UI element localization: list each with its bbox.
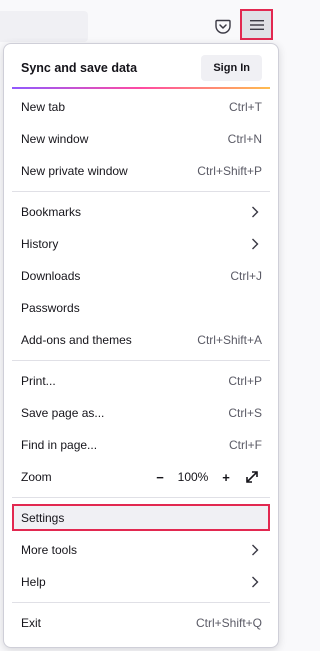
menu-item-shortcut: Ctrl+P (228, 374, 262, 388)
menu-item-label: New private window (21, 164, 128, 178)
menu-item-label: New window (21, 132, 89, 146)
menu-item-new-window[interactable]: New window Ctrl+N (12, 124, 270, 154)
menu-item-label: Zoom (21, 470, 52, 484)
menu-separator (12, 191, 270, 192)
fullscreen-button[interactable] (242, 467, 262, 487)
menu-item-shortcut: Ctrl+N (227, 132, 262, 146)
menu-item-more-tools[interactable]: More tools (12, 535, 270, 565)
menu-separator (12, 360, 270, 361)
menu-item-exit[interactable]: Exit Ctrl+Shift+Q (12, 608, 270, 638)
menu-item-label: Settings (21, 510, 65, 525)
menu-separator (12, 602, 270, 603)
menu-item-bookmarks[interactable]: Bookmarks (12, 197, 270, 227)
chevron-right-icon (248, 205, 262, 219)
menu-item-label: Add-ons and themes (21, 333, 132, 347)
menu-item-label: Help (21, 575, 46, 589)
menu-item-label: New tab (21, 100, 66, 114)
fullscreen-icon (246, 471, 258, 483)
menu-item-shortcut: Ctrl+F (229, 438, 262, 452)
browser-toolbar (0, 0, 282, 42)
menu-item-label: Print... (21, 374, 56, 388)
hamburger-menu-icon (249, 19, 264, 30)
sign-in-button[interactable]: Sign In (201, 55, 262, 81)
menu-item-label: Find in page... (21, 438, 98, 452)
menu-item-help[interactable]: Help (12, 567, 270, 597)
menu-item-shortcut: Ctrl+T (229, 100, 262, 114)
menu-item-find-in-page[interactable]: Find in page... Ctrl+F (12, 430, 270, 460)
menu-item-shortcut: Ctrl+J (230, 269, 262, 283)
menu-item-print[interactable]: Print... Ctrl+P (12, 366, 270, 396)
chevron-right-icon (248, 543, 262, 557)
menu-separator (12, 497, 270, 498)
menu-item-shortcut: Ctrl+Shift+P (197, 164, 262, 178)
pocket-button[interactable] (213, 16, 233, 36)
zoom-out-button[interactable]: − (150, 467, 170, 487)
menu-item-label: Downloads (21, 269, 81, 283)
menu-item-shortcut: Ctrl+Shift+A (197, 333, 262, 347)
menu-item-new-private-window[interactable]: New private window Ctrl+Shift+P (12, 156, 270, 186)
menu-item-new-tab[interactable]: New tab Ctrl+T (12, 92, 270, 122)
chevron-right-icon (248, 237, 262, 251)
open-menu-button[interactable] (240, 9, 273, 40)
menu-item-save-page[interactable]: Save page as... Ctrl+S (12, 398, 270, 428)
url-bar[interactable] (0, 11, 88, 42)
menu-item-zoom: Zoom − 100% + (12, 462, 270, 492)
menu-item-shortcut: Ctrl+S (228, 406, 262, 420)
zoom-controls: − 100% + (150, 467, 262, 487)
menu-item-label: Bookmarks (21, 205, 82, 219)
menu-item-shortcut: Ctrl+Shift+Q (195, 616, 262, 630)
menu-item-history[interactable]: History (12, 229, 270, 259)
zoom-in-button[interactable]: + (216, 467, 236, 487)
menu-item-passwords[interactable]: Passwords (12, 293, 270, 323)
sync-label: Sync and save data (21, 61, 138, 75)
menu-item-label: History (21, 237, 59, 251)
menu-item-settings[interactable]: Settings (12, 504, 270, 531)
sync-item[interactable]: Sync and save data Sign In (12, 52, 270, 84)
chevron-right-icon (248, 575, 262, 589)
sync-accent-line (12, 87, 270, 89)
menu-item-addons-themes[interactable]: Add-ons and themes Ctrl+Shift+A (12, 325, 270, 355)
menu-item-label: Save page as... (21, 406, 105, 420)
menu-item-label: More tools (21, 543, 78, 557)
app-menu-panel: Sync and save data Sign In New tab Ctrl+… (3, 43, 279, 648)
menu-item-label: Passwords (21, 301, 80, 315)
zoom-reset-button[interactable]: 100% (176, 470, 210, 484)
menu-item-label: Exit (21, 616, 42, 630)
pocket-icon (215, 19, 231, 34)
menu-item-downloads[interactable]: Downloads Ctrl+J (12, 261, 270, 291)
